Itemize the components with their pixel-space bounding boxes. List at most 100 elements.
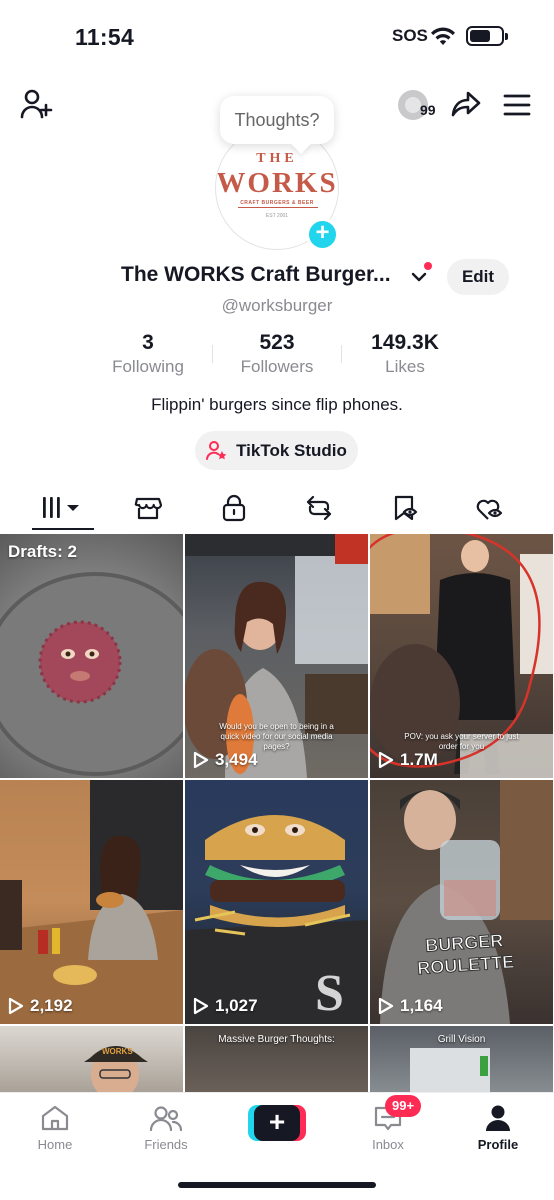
person-add-icon: [20, 89, 53, 119]
tab-liked[interactable]: [460, 488, 520, 528]
videos-grid-icon: [43, 497, 79, 518]
profile-name: The WORKS Craft Burger...: [121, 263, 391, 286]
thoughts-bubble[interactable]: Thoughts?: [220, 96, 334, 144]
followers-count: 523: [259, 331, 295, 354]
share-arrow-icon: [451, 91, 481, 117]
video-thumbnail[interactable]: BURGER ROULETTE 1,164: [370, 780, 553, 1024]
profile-bio: Flippin' burgers since flip phones.: [151, 395, 403, 414]
add-friend-button[interactable]: [18, 86, 54, 122]
video-top-caption: Grill Vision: [437, 1034, 486, 1045]
status-time: 11:54: [75, 24, 135, 50]
inbox-badge: 99+: [385, 1095, 422, 1117]
following-label: Following: [112, 357, 184, 376]
studio-person-icon: [206, 440, 227, 460]
repost-icon: [306, 495, 332, 521]
followers-label: Followers: [240, 357, 314, 376]
svg-text:S: S: [315, 965, 344, 1022]
view-count-label: 2,192: [30, 996, 73, 1015]
home-indicator: [178, 1182, 376, 1188]
sos-indicator: SOS: [392, 26, 428, 45]
drafts-label: Drafts: 2: [8, 542, 77, 561]
video-thumbnail[interactable]: WORKS: [0, 1026, 183, 1096]
logo-subtitle: CRAFT BURGERS & BEER: [240, 200, 314, 206]
video-top-caption: Massive Burger Thoughts:: [218, 1034, 335, 1045]
bookmark-hidden-icon: [394, 495, 418, 521]
profile-tabs: [0, 488, 554, 532]
play-icon: [193, 997, 209, 1015]
tab-reposts[interactable]: [289, 488, 349, 528]
play-icon: [193, 751, 209, 769]
stat-likes[interactable]: 149.3K Likes: [350, 331, 460, 377]
logo-the: THE: [256, 151, 298, 166]
play-icon: [378, 751, 394, 769]
plus-icon: +: [254, 1105, 300, 1141]
status-bar: 11:54 SOS: [0, 0, 554, 70]
likes-label: Likes: [385, 357, 425, 376]
video-thumbnail[interactable]: POV: you ask your server to just order f…: [370, 534, 553, 778]
video-thumbnail[interactable]: Massive Burger Thoughts:: [185, 1026, 368, 1096]
logo-works: WORKS: [216, 167, 338, 199]
view-count: 2,192: [8, 996, 73, 1016]
hamburger-menu-icon: [503, 94, 531, 116]
lock-icon: [222, 494, 246, 522]
shop-icon: [134, 497, 162, 520]
tiktok-studio-button[interactable]: TikTok Studio: [195, 431, 358, 470]
stat-divider: [212, 345, 213, 363]
logo-divider: [238, 207, 318, 208]
view-count-label: 1.7M: [400, 750, 438, 769]
video-thumbnail[interactable]: Drafts: 2: [0, 534, 183, 778]
video-thumbnail[interactable]: Grill Vision: [370, 1026, 553, 1096]
notification-dot: [424, 262, 432, 270]
coins-button[interactable]: 99: [398, 88, 442, 122]
heart-hidden-icon: [476, 499, 503, 520]
stat-followers[interactable]: 523 Followers: [222, 331, 332, 377]
nav-profile[interactable]: Profile: [458, 1103, 538, 1152]
stat-following[interactable]: 3 Following: [98, 331, 198, 377]
following-count: 3: [142, 331, 154, 354]
wifi-icon: [431, 27, 455, 45]
nav-friends-label: Friends: [144, 1137, 188, 1152]
profile-handle: @worksburger: [221, 296, 333, 315]
play-icon: [8, 997, 24, 1015]
patty-plate-image: [0, 572, 183, 776]
nav-home[interactable]: Home: [15, 1103, 95, 1152]
share-button[interactable]: [450, 88, 482, 120]
create-button[interactable]: +: [248, 1105, 306, 1141]
add-story-button[interactable]: +: [306, 218, 339, 251]
friends-icon: [149, 1106, 183, 1132]
view-count-label: 1,027: [215, 996, 258, 1015]
stat-divider: [341, 345, 342, 363]
svg-text:WORKS: WORKS: [102, 1047, 133, 1056]
edit-profile-button[interactable]: Edit: [447, 259, 509, 295]
nav-friends[interactable]: Friends: [126, 1103, 206, 1152]
view-count: 1,027: [193, 996, 258, 1016]
nav-home-label: Home: [37, 1137, 73, 1152]
chevron-down-icon[interactable]: [410, 268, 428, 286]
view-count: 1,164: [378, 996, 443, 1016]
play-icon: [378, 997, 394, 1015]
tab-private[interactable]: [204, 488, 264, 528]
tab-favorites[interactable]: [375, 488, 435, 528]
tab-shop[interactable]: [118, 488, 178, 528]
tiktok-studio-label: TikTok Studio: [236, 440, 347, 460]
woman-eating-image: [0, 780, 183, 1024]
man-cap-image: WORKS: [84, 1046, 148, 1096]
coin-count: 99: [420, 102, 436, 118]
likes-count: 149.3K: [371, 331, 439, 354]
menu-button[interactable]: [502, 90, 532, 120]
active-tab-underline: [32, 528, 94, 530]
burger-roulette-overlay: BURGER ROULETTE: [416, 930, 515, 979]
video-thumbnail[interactable]: S 1,027: [185, 780, 368, 1024]
video-caption: Would you be open to being in a quick vi…: [219, 722, 334, 751]
burger-face-image: S: [185, 815, 368, 1024]
view-count-label: 1,164: [400, 996, 443, 1015]
tab-videos[interactable]: [33, 488, 93, 528]
nav-profile-label: Profile: [477, 1137, 519, 1152]
view-count: 3,494: [193, 750, 258, 770]
battery-icon: [466, 26, 508, 46]
view-count-label: 3,494: [215, 750, 258, 769]
view-count: 1.7M: [378, 750, 438, 770]
video-thumbnail[interactable]: Would you be open to being in a quick vi…: [185, 534, 368, 778]
profile-icon: [486, 1105, 510, 1131]
video-thumbnail[interactable]: 2,192: [0, 780, 183, 1024]
